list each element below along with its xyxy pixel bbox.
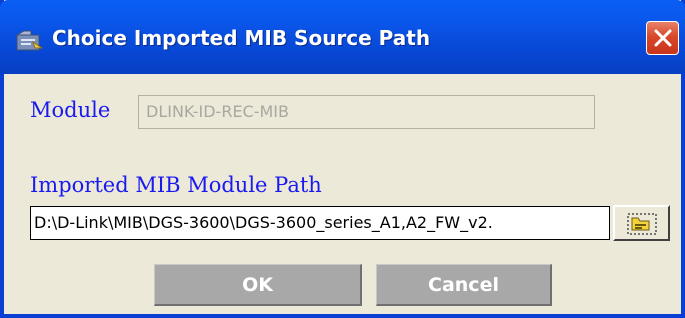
window-title: Choice Imported MIB Source Path <box>52 26 431 50</box>
mib-folder-icon <box>15 28 44 52</box>
path-input[interactable]: D:\D-Link\MIB\DGS-3600\DGS-3600_series_A… <box>30 206 610 240</box>
path-label: Imported MIB Module Path <box>30 173 322 197</box>
module-label: Module <box>30 98 111 122</box>
dialog-window: Choice Imported MIB Source Path Module D… <box>0 0 685 318</box>
ok-button[interactable]: OK <box>154 264 362 306</box>
title-bar[interactable]: Choice Imported MIB Source Path <box>0 0 685 74</box>
browse-button[interactable] <box>613 205 670 241</box>
cancel-button[interactable]: Cancel <box>376 264 552 306</box>
close-button[interactable] <box>646 21 679 55</box>
module-field: DLINK-ID-REC-MIB <box>138 95 595 129</box>
